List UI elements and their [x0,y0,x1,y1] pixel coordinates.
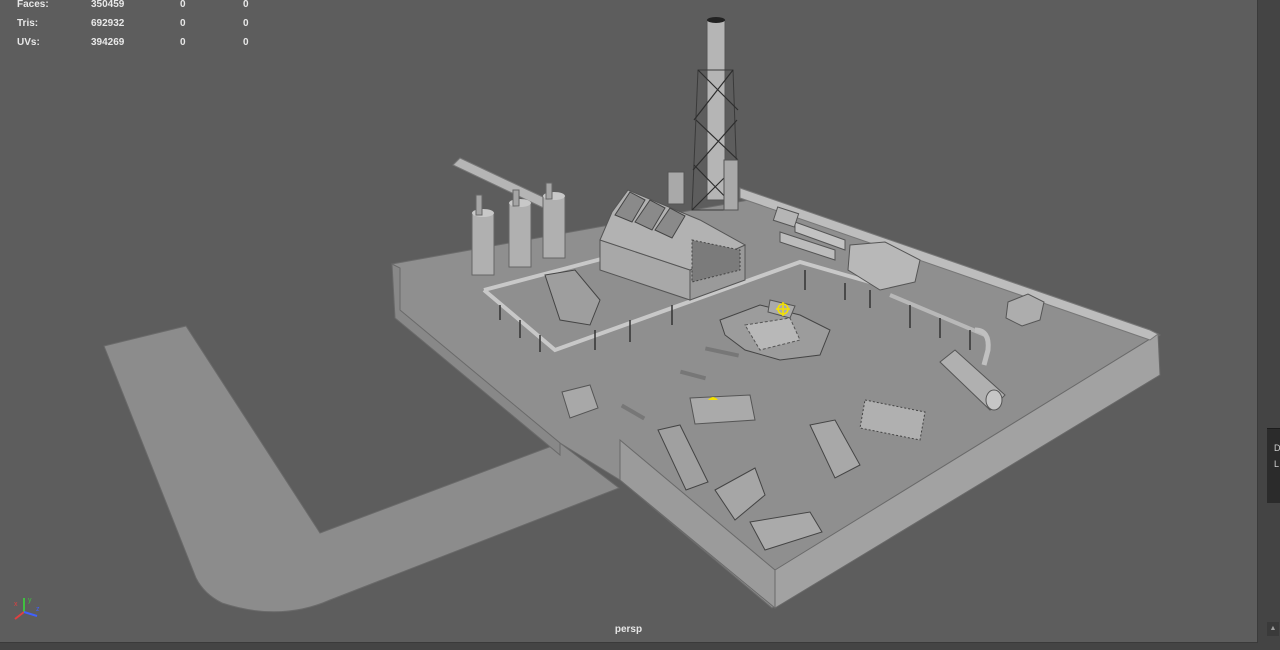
hud-row-tris: Tris: 692932 0 0 [17,14,257,33]
hud-row-faces: Faces: 350459 0 0 [17,0,257,14]
hud-faces-selected: 0 [180,0,186,10]
hud-tris-label: Tris: [17,18,39,29]
hud-uvs-extra: 0 [243,37,249,48]
smokestack [667,17,739,211]
hud-row-uvs: UVs: 394269 0 0 [17,33,257,52]
side-panel-tab[interactable]: D L [1267,428,1280,503]
side-panel-edge[interactable]: D L ▲ [1259,0,1280,650]
hud-uvs-selected: 0 [180,37,186,48]
svg-text:z: z [36,606,40,613]
hud-tris-extra: 0 [243,18,249,29]
side-panel-letter-l: L [1274,459,1280,469]
scene-3d-model[interactable] [0,0,1257,642]
maya-viewport[interactable]: Faces: 350459 0 0 Tris: 692932 0 0 UVs: … [0,0,1258,643]
svg-text:x: x [14,601,18,608]
hud-faces-total: 350459 [91,0,125,10]
hud-faces-label: Faces: [17,0,49,10]
xyz-axis-icon: x y z [14,597,40,620]
scroll-up-icon[interactable]: ▲ [1267,622,1279,636]
hud-tris-selected: 0 [180,18,186,29]
camera-name-label: persp [614,624,643,635]
side-panel-letter-d: D [1274,443,1280,453]
hud-faces-extra: 0 [243,0,249,10]
svg-text:y: y [28,597,32,604]
poly-count-hud: Faces: 350459 0 0 Tris: 692932 0 0 UVs: … [17,0,257,52]
hud-uvs-total: 394269 [91,37,125,48]
hud-uvs-label: UVs: [17,37,40,48]
hud-tris-total: 692932 [91,18,125,29]
